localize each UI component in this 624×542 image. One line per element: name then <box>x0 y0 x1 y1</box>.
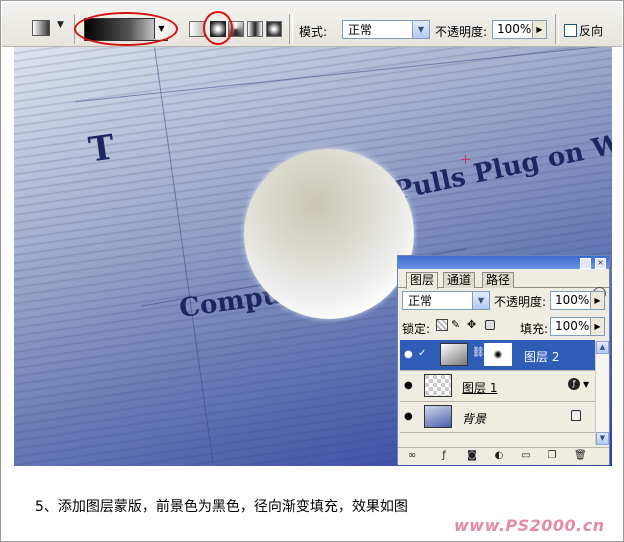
layer-name: 图层 2 <box>524 350 560 364</box>
layer-thumbnail[interactable] <box>424 374 452 397</box>
mask-thumbnail[interactable] <box>484 343 512 366</box>
panel-tabs: 图层 通道 路径 ▶ <box>398 270 609 300</box>
lock-all-icon[interactable] <box>485 320 495 330</box>
chevron-down-icon[interactable]: ▼ <box>583 380 589 389</box>
layers-bottom-bar: ∞ ƒ ◙ ◐ ▭ ❐ 🗑 <box>398 447 609 465</box>
arrow-right-icon[interactable]: ▶ <box>590 292 604 309</box>
screenshot-frame: ▼ ▼ 模式: 正常 ▼ 不透明度: 100% ▶ 反向 T Pulls Plu <box>0 0 624 542</box>
toolbar-separator <box>555 14 559 44</box>
minimize-icon[interactable] <box>580 258 591 269</box>
opacity-label: 不透明度: <box>435 25 488 39</box>
adjustment-layer-icon[interactable]: ◐ <box>493 450 505 462</box>
layer-name: 图层 1 <box>462 381 498 395</box>
lock-icon <box>571 410 581 421</box>
layer-opacity-value: 100% <box>555 293 590 307</box>
layer-row[interactable]: ● 背景 <box>400 402 595 433</box>
link-icon[interactable]: ⛓ <box>472 347 485 358</box>
brush-icon: ✓ <box>418 348 427 359</box>
blend-mode-select[interactable]: 正常 ▼ <box>402 291 490 310</box>
arrow-right-icon[interactable]: ▶ <box>532 21 546 38</box>
chevron-down-icon[interactable]: ▼ <box>57 20 64 30</box>
scroll-up-icon[interactable]: ▲ <box>596 341 609 354</box>
lock-paint-icon[interactable]: ✎ <box>451 318 460 331</box>
crosshair-cursor-icon <box>461 155 470 164</box>
opacity-field[interactable]: 100% ▶ <box>492 20 547 39</box>
eye-icon[interactable]: ● <box>404 380 413 391</box>
layer-thumbnail[interactable] <box>440 343 468 366</box>
gradient-options-bar: ▼ ▼ 模式: 正常 ▼ 不透明度: 100% ▶ 反向 <box>2 2 622 47</box>
diamond-gradient-icon[interactable] <box>266 21 282 37</box>
reverse-checkbox[interactable] <box>564 24 577 37</box>
mode-label: 模式: <box>299 25 328 39</box>
trash-icon[interactable]: 🗑 <box>574 450 587 462</box>
chevron-down-icon[interactable]: ▼ <box>412 21 429 38</box>
reverse-label: 反向 <box>579 24 604 38</box>
tab-layers[interactable]: 图层 <box>406 272 439 289</box>
layer-row[interactable]: ● 图层 1 ƒ ▼ <box>400 371 595 402</box>
white-sphere <box>244 149 414 319</box>
fill-value: 100% <box>555 319 590 333</box>
eye-icon[interactable]: ● <box>404 411 413 422</box>
headline-fragment: T <box>86 127 117 171</box>
chevron-down-icon[interactable]: ▼ <box>472 292 489 309</box>
reflected-gradient-icon[interactable] <box>247 21 263 37</box>
highlight-ellipse-gradient <box>74 12 178 46</box>
layer-style-icon[interactable]: ƒ <box>438 450 450 462</box>
toolbar-separator <box>289 14 293 44</box>
lock-label: 锁定: <box>402 322 431 336</box>
link-layers-icon[interactable]: ∞ <box>406 450 418 462</box>
panel-title-bar[interactable]: × <box>398 256 609 269</box>
step-caption: 5、添加图层蒙版，前景色为黑色，径向渐变填充，效果如图 <box>35 499 408 515</box>
watermark-logo: www.PS2000.cn <box>454 516 605 535</box>
new-layer-icon[interactable]: ❐ <box>546 450 558 462</box>
lock-move-icon[interactable]: ✥ <box>467 318 476 331</box>
blend-mode-value: 正常 <box>408 294 433 308</box>
mode-select[interactable]: 正常 ▼ <box>342 20 430 39</box>
arrow-right-icon[interactable]: ▶ <box>590 318 604 335</box>
scroll-down-icon[interactable]: ▼ <box>596 432 609 445</box>
add-mask-icon[interactable]: ◙ <box>466 450 478 462</box>
layer-name: 背景 <box>462 412 487 426</box>
layers-panel: × 图层 通道 路径 ▶ 正常 ▼ 不透明度: 100% ▶ 锁定: ✎ ✥ 填… <box>397 255 610 465</box>
mode-value: 正常 <box>348 23 373 37</box>
tool-preset-icon[interactable] <box>32 20 50 36</box>
opacity-value: 100% <box>497 22 532 36</box>
tab-channels[interactable]: 通道 <box>443 272 476 288</box>
close-icon[interactable]: × <box>595 258 606 269</box>
fill-field[interactable]: 100% ▶ <box>550 317 605 336</box>
fill-label: 填充: <box>520 322 549 336</box>
layer-row[interactable]: ● ✓ ⛓ 图层 2 <box>400 340 595 371</box>
layers-scrollbar[interactable]: ▲ ▼ <box>595 341 609 445</box>
lock-transparent-icon[interactable] <box>436 319 448 331</box>
new-group-icon[interactable]: ▭ <box>520 450 532 462</box>
layer-opacity-field[interactable]: 100% ▶ <box>550 291 605 310</box>
layer-style-icon[interactable]: ƒ <box>568 378 580 390</box>
layer-thumbnail[interactable] <box>424 405 452 428</box>
tab-paths[interactable]: 路径 <box>482 272 515 288</box>
eye-icon[interactable]: ● <box>404 349 413 360</box>
highlight-ellipse-radial <box>203 11 233 45</box>
layer-opacity-label: 不透明度: <box>494 295 547 309</box>
